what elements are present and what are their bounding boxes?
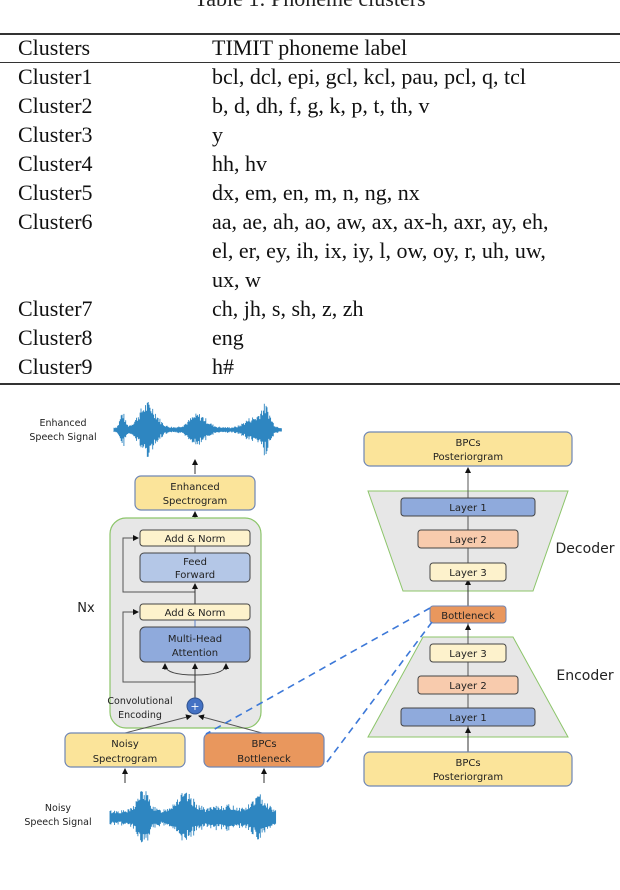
encoder-layer-1-label: Layer 1 (449, 713, 486, 724)
bpcs-bottleneck-label-2: Bottleneck (237, 754, 291, 765)
waveform-trace (113, 402, 282, 457)
bpcs-posteriorgram-top-label-2: Posteriorgram (433, 452, 503, 463)
noisy-signal-label-1: Noisy (45, 803, 72, 814)
multi-head-attention-label-1: Multi-Head (168, 634, 222, 645)
enhanced-spectrogram-label-1: Enhanced (170, 482, 219, 493)
noisy-signal-label-2: Speech Signal (24, 817, 91, 828)
feed-forward-label-2: Forward (175, 570, 215, 581)
decoder-layer-1-label: Layer 1 (449, 503, 486, 514)
nx-label: Nx (77, 601, 95, 616)
enhanced-spectrogram-label-2: Spectrogram (163, 496, 228, 507)
waveform-trace (109, 791, 277, 843)
decoder-label: Decoder (556, 541, 615, 557)
multi-head-attention-label-2: Attention (172, 648, 218, 659)
decoder-layer-3-label: Layer 3 (449, 568, 486, 579)
enhanced-waveform (113, 402, 282, 457)
enhanced-signal-label-2: Speech Signal (29, 432, 96, 443)
enhanced-signal-label-1: Enhanced (40, 418, 87, 429)
architecture-diagram: Enhanced Speech Signal Enhanced Spectrog… (24, 402, 615, 843)
conv-encoding-label-1: Convolutional (107, 696, 172, 707)
add-norm-label-1: Add & Norm (165, 534, 226, 545)
plus-icon: + (190, 700, 199, 713)
bpcs-posteriorgram-bottom-label-2: Posteriorgram (433, 772, 503, 783)
decoder-layer-2-label: Layer 2 (449, 535, 486, 546)
noisy-spectrogram-label-1: Noisy (111, 739, 139, 750)
add-norm-label-2: Add & Norm (165, 608, 226, 619)
encoder-layer-3-label: Layer 3 (449, 649, 486, 660)
conv-encoding-label-2: Encoding (118, 710, 162, 721)
bottleneck-label: Bottleneck (441, 611, 495, 622)
encoder-label: Encoder (556, 668, 613, 684)
bpcs-bottleneck-label-1: BPCs (251, 739, 276, 750)
encoder-layer-2-label: Layer 2 (449, 681, 486, 692)
noisy-spectrogram-label-2: Spectrogram (93, 754, 158, 765)
bpcs-posteriorgram-bottom-label-1: BPCs (455, 758, 480, 769)
feed-forward-label-1: Feed (183, 557, 207, 568)
noisy-waveform (109, 791, 277, 843)
bpcs-posteriorgram-top-label-1: BPCs (455, 438, 480, 449)
